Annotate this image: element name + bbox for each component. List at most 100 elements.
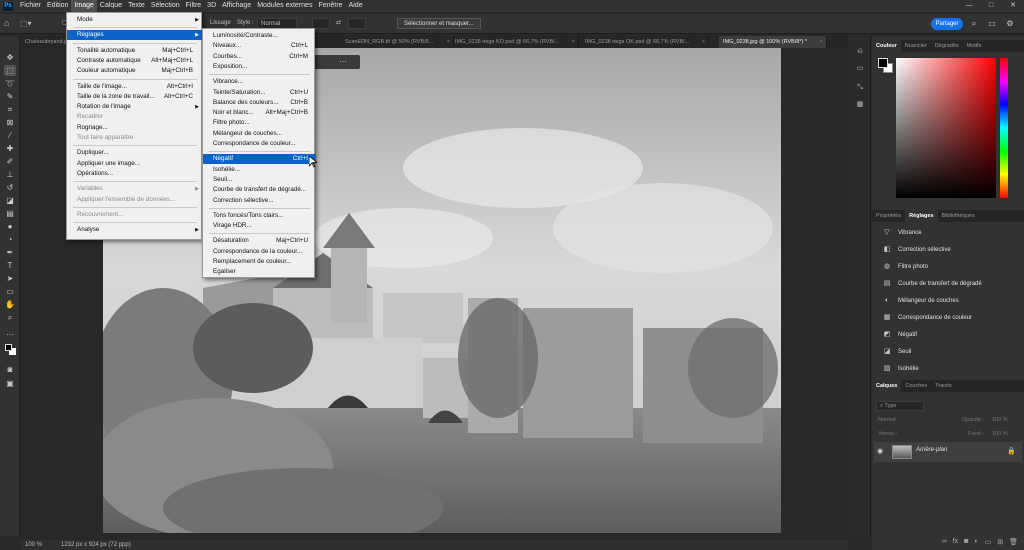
- menu-item[interactable]: Appliquer une image...: [67, 159, 203, 169]
- brush-tool-icon[interactable]: ✐: [4, 156, 16, 167]
- healing-tool-icon[interactable]: ✚: [4, 143, 16, 154]
- menu-item[interactable]: Niveaux... Ctrl+L: [203, 41, 316, 51]
- adjustment-item[interactable]: ◐ Mélangeur de couches: [880, 294, 1018, 308]
- menu-item[interactable]: Vibrance...: [203, 77, 316, 87]
- new-layer-icon[interactable]: ⊞: [997, 538, 1003, 550]
- hand-tool-icon[interactable]: ✋: [4, 299, 16, 310]
- comments-panel-icon[interactable]: ▭: [854, 64, 866, 74]
- dodge-tool-icon[interactable]: ◔: [4, 234, 16, 245]
- menu-9[interactable]: Modules externes: [254, 0, 315, 12]
- layer-name[interactable]: Arrière-plan: [916, 447, 947, 453]
- folder-icon[interactable]: ▭: [985, 538, 992, 550]
- document-tab[interactable]: IMG_0238.jpg @ 100% (RVB/8*) * ×: [719, 36, 827, 48]
- workspace-icon[interactable]: ▭: [986, 18, 998, 30]
- close-button[interactable]: ✕: [1002, 0, 1024, 12]
- tab-proprietes[interactable]: Propriétés: [872, 210, 905, 222]
- quick-select-tool-icon[interactable]: ✎: [4, 91, 16, 102]
- menu-item[interactable]: Rotation de l'image ▶: [67, 102, 203, 112]
- adjustment-icon[interactable]: ◐: [974, 538, 978, 550]
- menu-8[interactable]: Affichage: [219, 0, 254, 12]
- menu-item[interactable]: Egaliser: [203, 267, 316, 277]
- layer-row[interactable]: ◉ Arrière-plan 🔒: [874, 442, 1022, 462]
- menu-item[interactable]: Mode ▶: [67, 15, 203, 25]
- gradient-tool-icon[interactable]: ▤: [4, 208, 16, 219]
- maximize-button[interactable]: □: [980, 0, 1002, 12]
- history-brush-tool-icon[interactable]: ↺: [4, 182, 16, 193]
- menu-item[interactable]: Teinte/Saturation... Ctrl+U: [203, 88, 316, 98]
- history-panel-icon[interactable]: ⎌: [854, 48, 866, 58]
- marquee-preset-icon[interactable]: ⬚▾: [20, 18, 32, 29]
- hue-slider[interactable]: [1000, 58, 1008, 198]
- adjustment-item[interactable]: ▦ Correspondance de couleur: [880, 311, 1018, 325]
- marquee-tool-icon[interactable]: ⬚: [4, 65, 16, 76]
- menu-item[interactable]: Couleur automatique Maj+Ctrl+B: [67, 66, 203, 76]
- menu-item[interactable]: Analyse ▶: [67, 225, 203, 235]
- tab-close-icon[interactable]: ×: [447, 36, 450, 48]
- move-tool-icon[interactable]: ✥: [4, 52, 16, 63]
- menu-10[interactable]: Fenêtre: [315, 0, 345, 12]
- adjustment-item[interactable]: ▧ Isohélie: [880, 362, 1018, 376]
- adjustment-item[interactable]: ▽ Vibrance: [880, 226, 1018, 240]
- tab-close-icon[interactable]: ×: [572, 36, 575, 48]
- actions-panel-icon[interactable]: ▦: [854, 100, 866, 110]
- panel-foreground-swatch[interactable]: [878, 58, 888, 68]
- menu-item[interactable]: Réglages ▶: [67, 30, 203, 41]
- blur-tool-icon[interactable]: ●: [4, 221, 16, 232]
- opacity-value[interactable]: 100 %: [992, 417, 1008, 423]
- shape-tool-icon[interactable]: ▭: [4, 286, 16, 297]
- zoom-tool-icon[interactable]: ⌕: [4, 312, 16, 323]
- zoom-level[interactable]: 100 %: [25, 540, 42, 550]
- tab-motifs[interactable]: Motifs: [963, 40, 986, 52]
- menu-item[interactable]: Courbes... Ctrl+M: [203, 52, 316, 62]
- menu-3[interactable]: Calque: [97, 0, 125, 12]
- minimize-button[interactable]: —: [958, 0, 980, 12]
- menu-item[interactable]: Correspondance de la couleur...: [203, 247, 316, 257]
- frame-tool-icon[interactable]: ⊠: [4, 117, 16, 128]
- adjustment-item[interactable]: ▤ Courbe de transfert de dégradé: [880, 277, 1018, 291]
- menu-item[interactable]: Opérations...: [67, 169, 203, 179]
- pen-tool-icon[interactable]: ✒: [4, 247, 16, 258]
- menu-item[interactable]: Correction sélective...: [203, 196, 316, 206]
- tab-traces[interactable]: Tracés: [931, 380, 956, 392]
- type-tool-icon[interactable]: T: [4, 260, 16, 271]
- path-select-tool-icon[interactable]: ➤: [4, 273, 16, 284]
- tab-degrades[interactable]: Dégradés: [931, 40, 963, 52]
- menu-item[interactable]: Taille de l'image... Alt+Ctrl+I: [67, 82, 203, 92]
- mask-icon[interactable]: ◙: [964, 538, 968, 550]
- height-field[interactable]: [348, 18, 366, 29]
- menu-item[interactable]: Tons foncés/Tons clairs...: [203, 211, 316, 221]
- tab-reglages[interactable]: Réglages: [905, 210, 938, 222]
- adjustment-item[interactable]: ◩ Négatif: [880, 328, 1018, 342]
- more-tools-icon[interactable]: …: [4, 327, 16, 338]
- menu-item[interactable]: Désaturation Maj+Ctrl+U: [203, 236, 316, 246]
- adjustment-item[interactable]: ◍ Filtre photo: [880, 260, 1018, 274]
- menu-item[interactable]: Négatif Ctrl+I: [203, 154, 316, 165]
- document-tab[interactable]: IMG_0238 nega KO.psd @ 66,7% (RVB/... ×: [451, 36, 579, 48]
- color-picker-field[interactable]: [896, 58, 996, 198]
- tab-nuancier[interactable]: Nuancier: [901, 40, 931, 52]
- adjustment-item[interactable]: ◧ Correction sélective: [880, 243, 1018, 257]
- menu-5[interactable]: Sélection: [148, 0, 183, 12]
- menu-item[interactable]: Isohélie...: [203, 165, 316, 175]
- menu-0[interactable]: Fichier: [17, 0, 44, 12]
- menu-4[interactable]: Texte: [125, 0, 148, 12]
- menu-11[interactable]: Aide: [346, 0, 366, 12]
- menu-item[interactable]: Virage HDR...: [203, 221, 316, 231]
- menu-item[interactable]: Exposition...: [203, 62, 316, 72]
- trash-icon[interactable]: 🗑: [1009, 538, 1018, 550]
- menu-item[interactable]: Contraste automatique Alt+Maj+Ctrl+L: [67, 56, 203, 66]
- menu-item[interactable]: Courbe de transfert de dégradé...: [203, 185, 316, 195]
- menu-6[interactable]: Filtre: [183, 0, 205, 12]
- search-icon[interactable]: ⌕: [968, 18, 980, 30]
- blend-mode-select[interactable]: Normal: [878, 417, 896, 423]
- menu-7[interactable]: 3D: [204, 0, 219, 12]
- menu-item[interactable]: Mélangeur de couches...: [203, 129, 316, 139]
- foreground-color-swatch[interactable]: [5, 344, 12, 351]
- document-tab[interactable]: ScanEDN_RGB.tif @ 50% (RVB/8... ×: [341, 36, 454, 48]
- lasso-tool-icon[interactable]: ➰: [4, 78, 16, 89]
- select-and-mask-button[interactable]: Sélectionner et masquer...: [397, 18, 481, 29]
- tab-calques[interactable]: Calques: [872, 380, 902, 392]
- menu-item[interactable]: Luminosité/Contraste...: [203, 31, 316, 41]
- quick-mask-icon[interactable]: ◙: [4, 364, 16, 375]
- eye-icon[interactable]: ◉: [877, 447, 883, 455]
